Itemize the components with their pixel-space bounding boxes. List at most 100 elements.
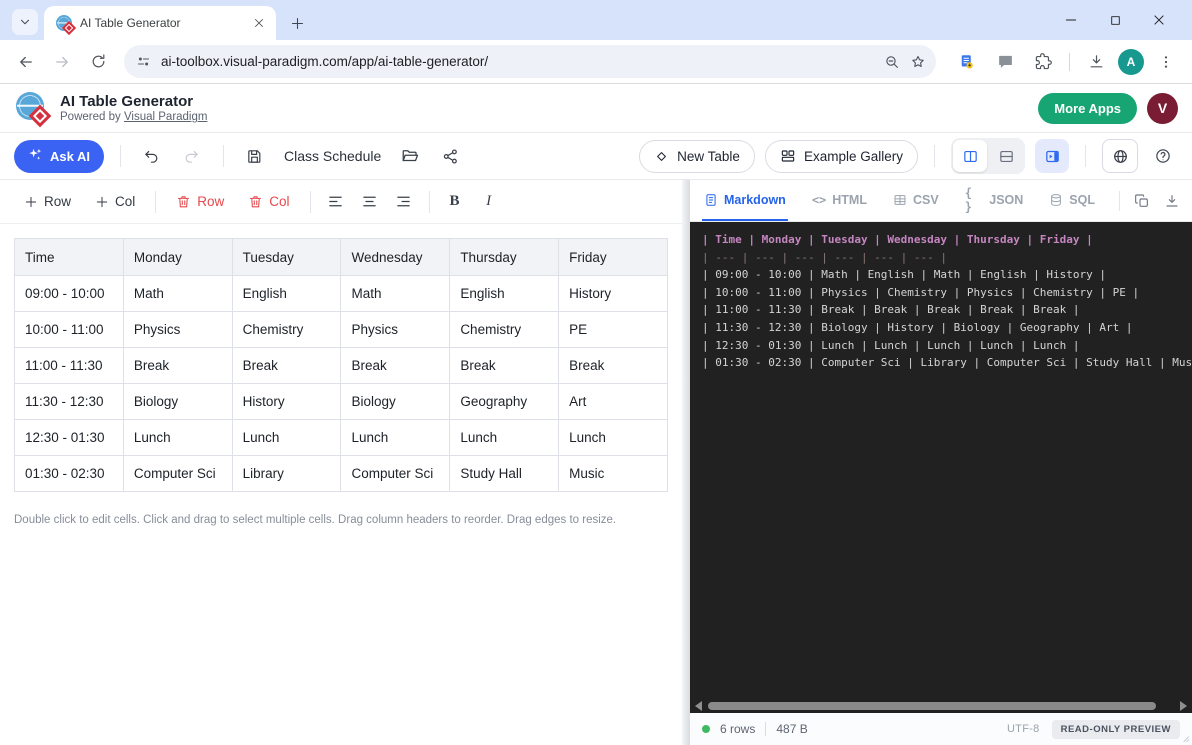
column-header[interactable]: Thursday — [450, 239, 559, 276]
table-cell[interactable]: History — [232, 384, 341, 420]
table-cell[interactable]: Break — [232, 348, 341, 384]
column-header[interactable]: Time — [15, 239, 124, 276]
table-cell[interactable]: Break — [341, 348, 450, 384]
tab-sql[interactable]: SQL — [1047, 180, 1097, 221]
visual-paradigm-link[interactable]: Visual Paradigm — [124, 111, 208, 123]
table-cell[interactable]: Break — [559, 348, 668, 384]
back-button[interactable] — [10, 46, 42, 78]
more-apps-button[interactable]: More Apps — [1038, 93, 1137, 124]
table-cell[interactable]: 09:00 - 10:00 — [15, 276, 124, 312]
bold-button[interactable]: B — [440, 187, 470, 217]
new-tab-button[interactable] — [284, 10, 310, 36]
delete-row-button[interactable]: Row — [166, 187, 234, 217]
save-icon[interactable] — [240, 141, 270, 171]
browser-menu-icon[interactable] — [1150, 46, 1182, 78]
table-cell[interactable]: Computer Sci — [341, 456, 450, 492]
add-col-button[interactable]: Col — [85, 187, 145, 217]
column-header[interactable]: Tuesday — [232, 239, 341, 276]
close-window-button[interactable] — [1148, 9, 1170, 31]
table-cell[interactable]: Library — [232, 456, 341, 492]
comment-icon[interactable] — [989, 46, 1021, 78]
table-cell[interactable]: 01:30 - 02:30 — [15, 456, 124, 492]
browser-tab[interactable]: AI Table Generator — [44, 6, 276, 40]
document-name[interactable]: Class Schedule — [284, 148, 381, 164]
tab-close-icon[interactable] — [250, 14, 268, 32]
table-cell[interactable]: Computer Sci — [123, 456, 232, 492]
italic-button[interactable]: I — [474, 187, 504, 217]
table-cell[interactable]: History — [559, 276, 668, 312]
site-settings-icon[interactable] — [136, 54, 151, 69]
column-header[interactable]: Monday — [123, 239, 232, 276]
reload-button[interactable] — [82, 46, 114, 78]
pane-splitter[interactable] — [682, 180, 690, 745]
table-cell[interactable]: Break — [123, 348, 232, 384]
toggle-right-panel-button[interactable] — [1035, 139, 1069, 173]
column-header[interactable]: Wednesday — [341, 239, 450, 276]
tab-search-button[interactable] — [12, 9, 38, 35]
table-cell[interactable]: Lunch — [123, 420, 232, 456]
new-table-button[interactable]: New Table — [639, 140, 755, 173]
resize-grip-icon[interactable] — [1180, 733, 1190, 743]
download-code-button[interactable] — [1164, 193, 1180, 209]
table-cell[interactable]: Chemistry — [232, 312, 341, 348]
ask-ai-button[interactable]: Ask AI — [14, 140, 104, 173]
table-cell[interactable]: 10:00 - 11:00 — [15, 312, 124, 348]
language-globe-button[interactable] — [1102, 139, 1138, 173]
horizontal-scrollbar[interactable] — [690, 699, 1192, 713]
open-folder-icon[interactable] — [395, 141, 425, 171]
table-cell[interactable]: 11:00 - 11:30 — [15, 348, 124, 384]
column-header[interactable]: Friday — [559, 239, 668, 276]
tab-csv[interactable]: CSV — [891, 180, 941, 221]
table-cell[interactable]: Chemistry — [450, 312, 559, 348]
extensions-puzzle-icon[interactable] — [1027, 46, 1059, 78]
table-cell[interactable]: Break — [450, 348, 559, 384]
table-cell[interactable]: English — [232, 276, 341, 312]
table-cell[interactable]: Geography — [450, 384, 559, 420]
tab-markdown[interactable]: Markdown — [702, 180, 788, 221]
table-cell[interactable]: Lunch — [450, 420, 559, 456]
user-avatar[interactable]: V — [1147, 93, 1178, 124]
table-cell[interactable]: Study Hall — [450, 456, 559, 492]
add-row-button[interactable]: Row — [14, 187, 81, 217]
table-cell[interactable]: 11:30 - 12:30 — [15, 384, 124, 420]
table-cell[interactable]: Music — [559, 456, 668, 492]
reading-list-extension-icon[interactable] — [951, 46, 983, 78]
table-cell[interactable]: Physics — [123, 312, 232, 348]
align-center-button[interactable] — [355, 187, 385, 217]
share-icon[interactable] — [435, 141, 465, 171]
table-cell[interactable]: Biology — [341, 384, 450, 420]
table-cell[interactable]: Lunch — [232, 420, 341, 456]
undo-button[interactable] — [137, 141, 167, 171]
scrollbar-thumb[interactable] — [708, 702, 1156, 710]
help-button[interactable] — [1148, 141, 1178, 171]
bookmark-star-icon[interactable] — [910, 54, 926, 70]
url-text[interactable]: ai-toolbox.visual-paradigm.com/app/ai-ta… — [161, 54, 874, 69]
scroll-left-arrow[interactable] — [695, 701, 702, 711]
table-cell[interactable]: Biology — [123, 384, 232, 420]
table-cell[interactable]: Math — [341, 276, 450, 312]
maximize-button[interactable] — [1104, 9, 1126, 31]
table-cell[interactable]: Physics — [341, 312, 450, 348]
align-left-button[interactable] — [321, 187, 351, 217]
downloads-icon[interactable] — [1080, 46, 1112, 78]
table-cell[interactable]: Lunch — [559, 420, 668, 456]
forward-button[interactable] — [46, 46, 78, 78]
redo-button[interactable] — [177, 141, 207, 171]
split-vertical-button[interactable] — [953, 140, 987, 172]
delete-col-button[interactable]: Col — [238, 187, 299, 217]
copy-code-button[interactable] — [1134, 193, 1150, 209]
table-cell[interactable]: Lunch — [341, 420, 450, 456]
tab-html[interactable]: <> HTML — [810, 180, 869, 221]
split-horizontal-button[interactable] — [989, 140, 1023, 172]
scroll-right-arrow[interactable] — [1180, 701, 1187, 711]
example-gallery-button[interactable]: Example Gallery — [765, 140, 918, 173]
table-cell[interactable]: Art — [559, 384, 668, 420]
table-cell[interactable]: Math — [123, 276, 232, 312]
minimize-button[interactable] — [1060, 9, 1082, 31]
table-cell[interactable]: PE — [559, 312, 668, 348]
browser-profile-avatar[interactable]: A — [1118, 49, 1144, 75]
tab-json[interactable]: { } JSON — [963, 180, 1026, 221]
address-bar[interactable]: ai-toolbox.visual-paradigm.com/app/ai-ta… — [124, 45, 936, 78]
align-right-button[interactable] — [389, 187, 419, 217]
zoom-icon[interactable] — [884, 54, 900, 70]
